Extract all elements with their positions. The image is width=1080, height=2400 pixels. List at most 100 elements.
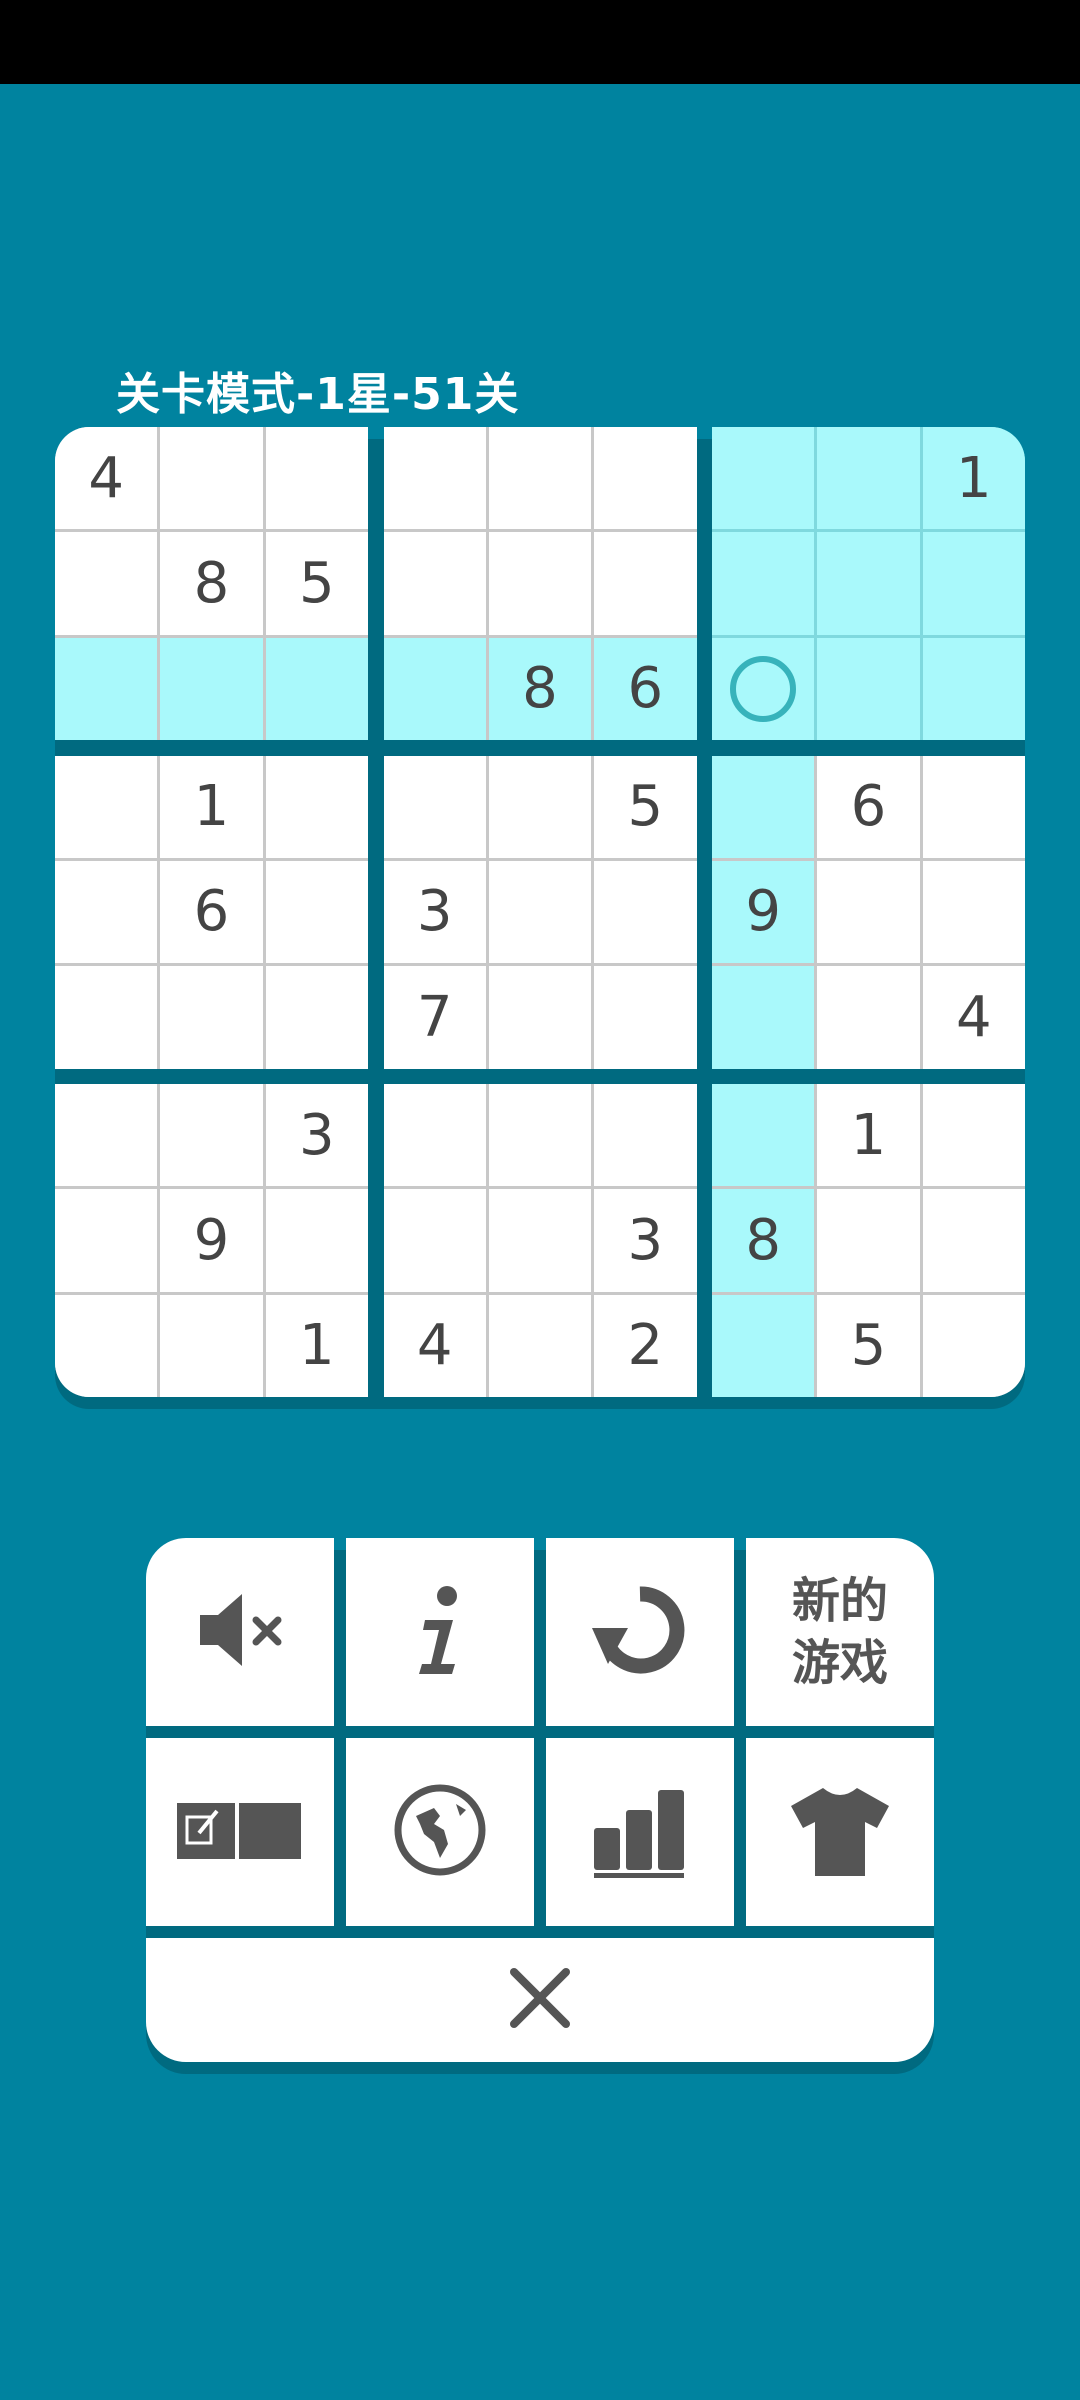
cell-digit: 8 <box>193 550 230 616</box>
sudoku-cell[interactable] <box>488 860 592 964</box>
sudoku-cell[interactable]: 9 <box>712 860 815 964</box>
sudoku-cell[interactable] <box>265 966 368 1069</box>
sudoku-cell[interactable] <box>488 427 592 530</box>
language-button[interactable] <box>346 1738 534 1926</box>
sudoku-cell[interactable] <box>265 427 368 530</box>
sudoku-cell[interactable]: 4 <box>922 966 1025 1069</box>
sudoku-cell[interactable]: 7 <box>383 966 486 1069</box>
sudoku-cell[interactable] <box>265 860 368 964</box>
sudoku-cell[interactable] <box>922 1294 1025 1397</box>
sudoku-cell[interactable] <box>817 532 920 635</box>
sudoku-cell[interactable] <box>712 1294 815 1397</box>
theme-button[interactable] <box>746 1738 934 1926</box>
sudoku-cell[interactable]: 8 <box>712 1189 815 1292</box>
sudoku-cell[interactable] <box>383 1189 486 1292</box>
sudoku-cell[interactable]: 4 <box>55 427 158 530</box>
sudoku-cell[interactable] <box>55 1189 158 1292</box>
sudoku-box: 86 <box>383 427 697 740</box>
sudoku-cell[interactable]: 6 <box>594 637 697 740</box>
sudoku-cell[interactable] <box>712 755 815 858</box>
sudoku-cell[interactable]: 4 <box>383 1294 486 1397</box>
sudoku-cell[interactable]: 1 <box>160 755 263 858</box>
sudoku-cell[interactable] <box>922 860 1025 964</box>
sudoku-cell[interactable] <box>712 532 815 635</box>
restart-icon <box>590 1580 690 1684</box>
sudoku-cell[interactable] <box>594 1084 697 1187</box>
sudoku-cell[interactable] <box>712 1084 815 1187</box>
sudoku-cell[interactable] <box>160 1294 263 1397</box>
sudoku-cell[interactable] <box>383 637 486 740</box>
sudoku-cell[interactable] <box>712 966 815 1069</box>
mute-button[interactable] <box>146 1538 334 1726</box>
sudoku-cell[interactable] <box>55 1294 158 1397</box>
cell-digit: 1 <box>850 1102 887 1168</box>
sudoku-cell[interactable] <box>55 1084 158 1187</box>
sudoku-cell[interactable]: 1 <box>922 427 1025 530</box>
sudoku-cell[interactable]: 3 <box>383 860 486 964</box>
sudoku-cell[interactable] <box>383 427 486 530</box>
sudoku-cell[interactable] <box>594 427 697 530</box>
info-button[interactable] <box>346 1538 534 1726</box>
sudoku-cell[interactable] <box>594 966 697 1069</box>
sudoku-cell[interactable]: 5 <box>594 755 697 858</box>
sudoku-cell[interactable] <box>817 966 920 1069</box>
sudoku-cell[interactable]: 3 <box>265 1084 368 1187</box>
sudoku-cell[interactable] <box>922 637 1025 740</box>
sudoku-cell[interactable]: 6 <box>160 860 263 964</box>
sudoku-board: 48586116537694391342185 <box>55 427 1025 1397</box>
sudoku-cell[interactable] <box>265 637 368 740</box>
sudoku-cell[interactable] <box>488 532 592 635</box>
sudoku-cell[interactable]: 1 <box>817 1084 920 1187</box>
sudoku-cell[interactable]: 5 <box>817 1294 920 1397</box>
close-menu-button[interactable] <box>146 1938 934 2062</box>
sudoku-cell[interactable] <box>922 1084 1025 1187</box>
sudoku-cell[interactable] <box>922 755 1025 858</box>
sudoku-cell[interactable] <box>817 427 920 530</box>
sudoku-box: 6 9 4 <box>712 755 1025 1069</box>
sudoku-cell[interactable]: 9 <box>160 1189 263 1292</box>
sudoku-cell[interactable] <box>922 532 1025 635</box>
sudoku-cell[interactable] <box>817 1189 920 1292</box>
sudoku-cell[interactable] <box>383 1084 486 1187</box>
sudoku-cell[interactable] <box>488 1294 592 1397</box>
sudoku-cell[interactable] <box>817 637 920 740</box>
sudoku-cell[interactable] <box>55 532 158 635</box>
sudoku-cell[interactable] <box>922 1189 1025 1292</box>
cell-digit: 5 <box>299 550 335 616</box>
sudoku-cell[interactable] <box>594 532 697 635</box>
sudoku-cell[interactable]: 2 <box>594 1294 697 1397</box>
sudoku-cell[interactable] <box>488 755 592 858</box>
restart-button[interactable] <box>546 1538 734 1726</box>
sudoku-cell[interactable] <box>383 755 486 858</box>
sudoku-cell[interactable] <box>594 860 697 964</box>
sudoku-cell[interactable] <box>488 1084 592 1187</box>
sudoku-cell[interactable]: 8 <box>160 532 263 635</box>
sudoku-cell[interactable] <box>712 637 815 740</box>
sudoku-box: 3 4 2 <box>383 1084 697 1397</box>
sudoku-cell[interactable] <box>160 1084 263 1187</box>
sudoku-cell[interactable] <box>817 860 920 964</box>
sudoku-cell[interactable]: 1 <box>265 1294 368 1397</box>
notes-button[interactable] <box>146 1738 334 1926</box>
sudoku-cell[interactable] <box>160 427 263 530</box>
sudoku-cell[interactable] <box>55 637 158 740</box>
new-game-button[interactable]: 新的游戏 <box>746 1538 934 1726</box>
sudoku-cell[interactable] <box>160 637 263 740</box>
sudoku-cell[interactable] <box>265 1189 368 1292</box>
sudoku-cell[interactable] <box>488 1189 592 1292</box>
statistics-button[interactable] <box>546 1738 734 1926</box>
sudoku-cell[interactable] <box>712 427 815 530</box>
sudoku-cell[interactable] <box>55 755 158 858</box>
sudoku-cell[interactable]: 3 <box>594 1189 697 1292</box>
sudoku-cell[interactable]: 6 <box>817 755 920 858</box>
sudoku-cell[interactable] <box>383 532 486 635</box>
cell-digit: 3 <box>299 1102 335 1168</box>
sudoku-cell[interactable] <box>55 966 158 1069</box>
cell-digit: 2 <box>627 1313 664 1379</box>
sudoku-cell[interactable]: 8 <box>488 637 592 740</box>
sudoku-cell[interactable] <box>265 755 368 858</box>
sudoku-cell[interactable] <box>488 966 592 1069</box>
sudoku-cell[interactable] <box>55 860 158 964</box>
sudoku-cell[interactable]: 5 <box>265 532 368 635</box>
sudoku-cell[interactable] <box>160 966 263 1069</box>
